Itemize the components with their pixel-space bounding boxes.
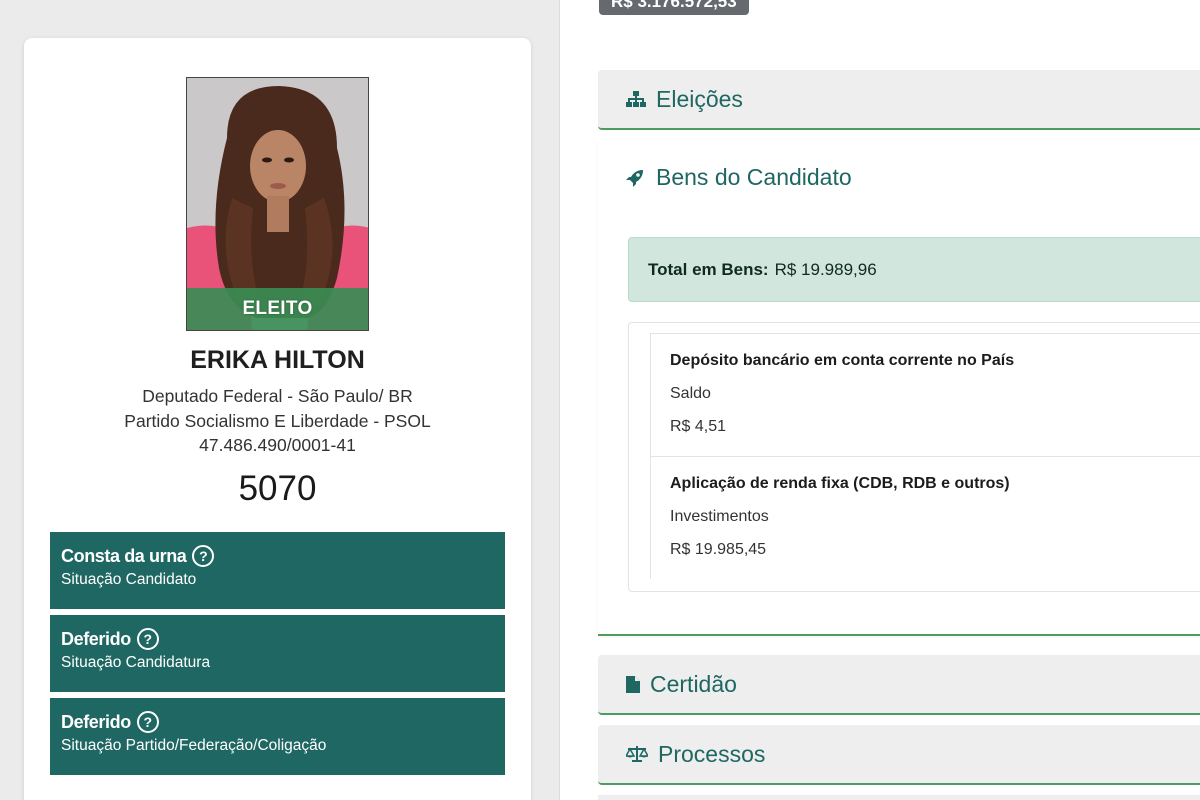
asset-description: Aplicação de renda fixa (CDB, RDB e outr… [670, 475, 1010, 492]
total-bens-value: R$ 19.989,96 [774, 259, 877, 279]
next-accordion-edge [598, 795, 1200, 800]
asset-type: Saldo [670, 385, 711, 402]
accordion-label: Certidão [650, 670, 737, 697]
bens-panel: Bens do Candidato Total em Bens: R$ 19.9… [598, 140, 1200, 636]
list-item: Aplicação de renda fixa (CDB, RDB e outr… [650, 456, 1200, 579]
scale-icon [626, 746, 648, 762]
status-party: Deferido ? Situação Partido/Federação/Co… [50, 698, 505, 775]
status-subtitle: Situação Candidatura [61, 654, 211, 671]
total-value-badge: R$ 3.176.572,53 [599, 0, 749, 15]
panel-title-label: Bens do Candidato [656, 164, 852, 190]
status-title: Deferido [61, 628, 131, 649]
assets-list: Depósito bancário em conta corrente no P… [628, 322, 1200, 592]
candidate-number: 5070 [238, 469, 317, 508]
sitemap-icon [626, 91, 646, 107]
status-candidacy: Deferido ? Situação Candidatura [50, 615, 505, 692]
candidate-photo: ELEITO [186, 77, 369, 331]
left-column: ELEITO ERIKA HILTON Deputado Federal - S… [0, 0, 560, 800]
asset-value: R$ 19.985,45 [670, 541, 767, 558]
status-title: Consta da urna [61, 545, 187, 566]
accordion-processos[interactable]: Processos [598, 725, 1200, 785]
candidate-party: Partido Socialismo E Liberdade - PSOL [124, 411, 431, 431]
candidate-name: ERIKA HILTON [190, 346, 365, 374]
elected-badge: ELEITO [187, 288, 368, 330]
file-icon [626, 675, 640, 693]
status-title: Deferido [61, 711, 131, 732]
bens-title[interactable]: Bens do Candidato [626, 164, 852, 191]
status-subtitle: Situação Candidato [61, 571, 197, 588]
accordion-label: Processos [658, 740, 766, 767]
accordion-label: Eleições [656, 85, 743, 112]
accordion-eleicoes[interactable]: Eleições [598, 70, 1200, 130]
candidate-card: ELEITO ERIKA HILTON Deputado Federal - S… [24, 38, 531, 800]
status-candidate: Consta da urna ? Situação Candidato [50, 532, 505, 609]
total-bens-alert: Total em Bens: R$ 19.989,96 [628, 237, 1200, 302]
right-column: R$ 3.176.572,53 Eleições Bens do Candida… [560, 0, 1200, 800]
asset-value: R$ 4,51 [670, 418, 727, 435]
list-item: Depósito bancário em conta corrente no P… [650, 333, 1200, 456]
total-bens-label: Total em Bens: [648, 259, 769, 279]
candidate-office: Deputado Federal - São Paulo/ BR [142, 386, 413, 406]
help-icon[interactable]: ? [136, 711, 159, 733]
accordion-certidao[interactable]: Certidão [598, 655, 1200, 715]
help-icon[interactable]: ? [192, 545, 215, 567]
status-subtitle: Situação Partido/Federação/Coligação [61, 737, 327, 754]
rocket-icon [626, 169, 643, 187]
candidate-cnpj: 47.486.490/0001-41 [199, 435, 356, 455]
asset-type: Investimentos [670, 508, 769, 525]
help-icon[interactable]: ? [136, 628, 159, 650]
asset-description: Depósito bancário em conta corrente no P… [670, 352, 1015, 369]
